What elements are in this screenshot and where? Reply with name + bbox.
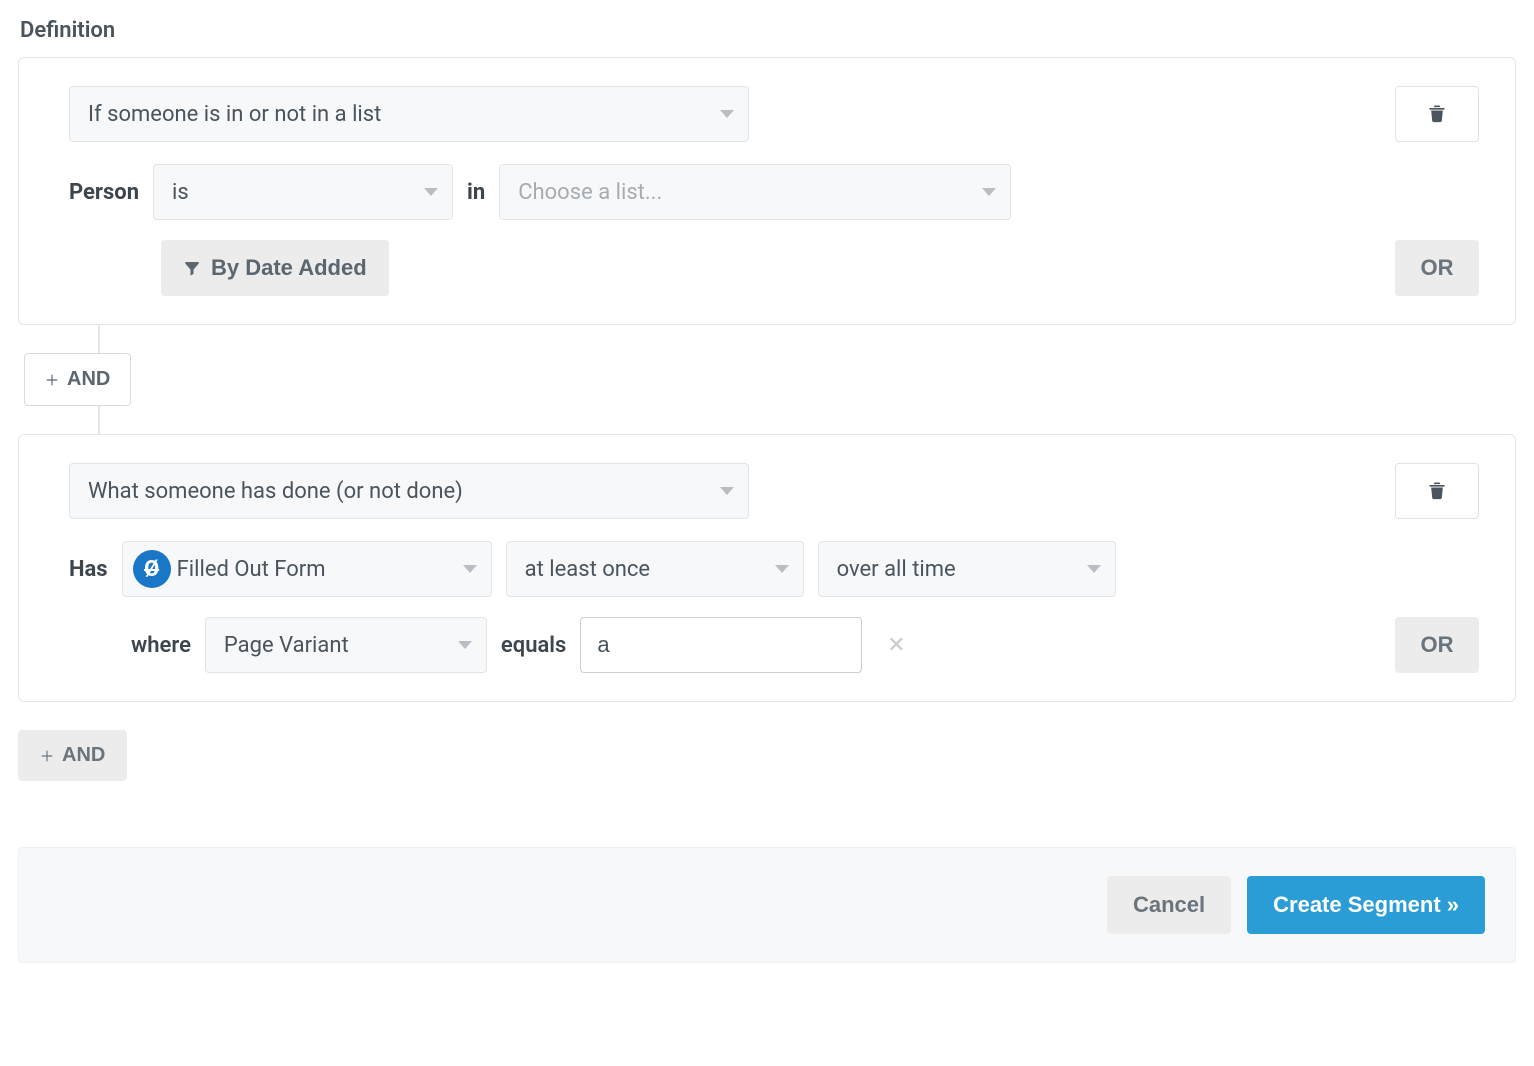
chevron-down-icon	[458, 641, 472, 649]
property-select[interactable]: Page Variant	[205, 617, 487, 673]
condition-type-value: If someone is in or not in a list	[88, 102, 381, 127]
in-label: in	[467, 180, 485, 205]
and-button-outline[interactable]: AND	[24, 353, 131, 406]
equals-label: equals	[501, 633, 566, 658]
chevron-down-icon	[424, 188, 438, 196]
connector-line	[98, 406, 100, 434]
plus-icon	[45, 373, 59, 387]
property-value: Page Variant	[224, 633, 349, 658]
where-label: where	[131, 633, 191, 658]
section-title: Definition	[18, 0, 1516, 57]
list-placeholder: Choose a list...	[518, 180, 662, 205]
trash-icon	[1427, 102, 1447, 127]
has-label: Has	[69, 557, 108, 582]
and-button-solid[interactable]: AND	[18, 730, 127, 781]
condition-type-select[interactable]: If someone is in or not in a list	[69, 86, 749, 142]
timeframe-value: over all time	[837, 557, 956, 582]
and-label: AND	[62, 744, 105, 767]
condition-type-select[interactable]: What someone has done (or not done)	[69, 463, 749, 519]
chevron-down-icon	[1087, 565, 1101, 573]
chevron-down-icon	[775, 565, 789, 573]
person-is-value: is	[172, 180, 189, 205]
event-value: Filled Out Form	[177, 557, 326, 582]
condition-card-2: What someone has done (or not done) Has …	[18, 434, 1516, 702]
by-date-added-button[interactable]: By Date Added	[161, 240, 389, 296]
trash-icon	[1427, 479, 1447, 504]
close-icon: ✕	[887, 633, 905, 658]
chevron-down-icon	[463, 565, 477, 573]
property-value-input[interactable]	[580, 617, 862, 673]
condition-type-value: What someone has done (or not done)	[88, 479, 463, 504]
chevron-down-icon	[720, 110, 734, 118]
condition-card-1: If someone is in or not in a list Person…	[18, 57, 1516, 325]
list-select[interactable]: Choose a list...	[499, 164, 1011, 220]
timeframe-select[interactable]: over all time	[818, 541, 1116, 597]
cancel-button[interactable]: Cancel	[1107, 876, 1231, 934]
delete-condition-button[interactable]	[1395, 86, 1479, 142]
chevron-down-icon	[720, 487, 734, 495]
event-select[interactable]: Ø Filled Out Form	[122, 541, 492, 597]
integration-badge-icon: Ø	[133, 550, 171, 588]
delete-condition-button[interactable]	[1395, 463, 1479, 519]
or-button[interactable]: OR	[1395, 240, 1479, 296]
or-button[interactable]: OR	[1395, 617, 1479, 673]
funnel-icon	[183, 259, 201, 277]
person-label: Person	[69, 180, 139, 205]
frequency-value: at least once	[525, 557, 651, 582]
person-is-select[interactable]: is	[153, 164, 453, 220]
frequency-select[interactable]: at least once	[506, 541, 804, 597]
connector-line	[98, 325, 100, 353]
by-date-added-label: By Date Added	[211, 255, 367, 281]
remove-filter-button[interactable]: ✕	[882, 631, 910, 659]
create-segment-button[interactable]: Create Segment »	[1247, 876, 1485, 934]
plus-icon	[40, 749, 54, 763]
chevron-down-icon	[982, 188, 996, 196]
footer-actions: Cancel Create Segment »	[18, 847, 1516, 963]
and-label: AND	[67, 368, 110, 391]
